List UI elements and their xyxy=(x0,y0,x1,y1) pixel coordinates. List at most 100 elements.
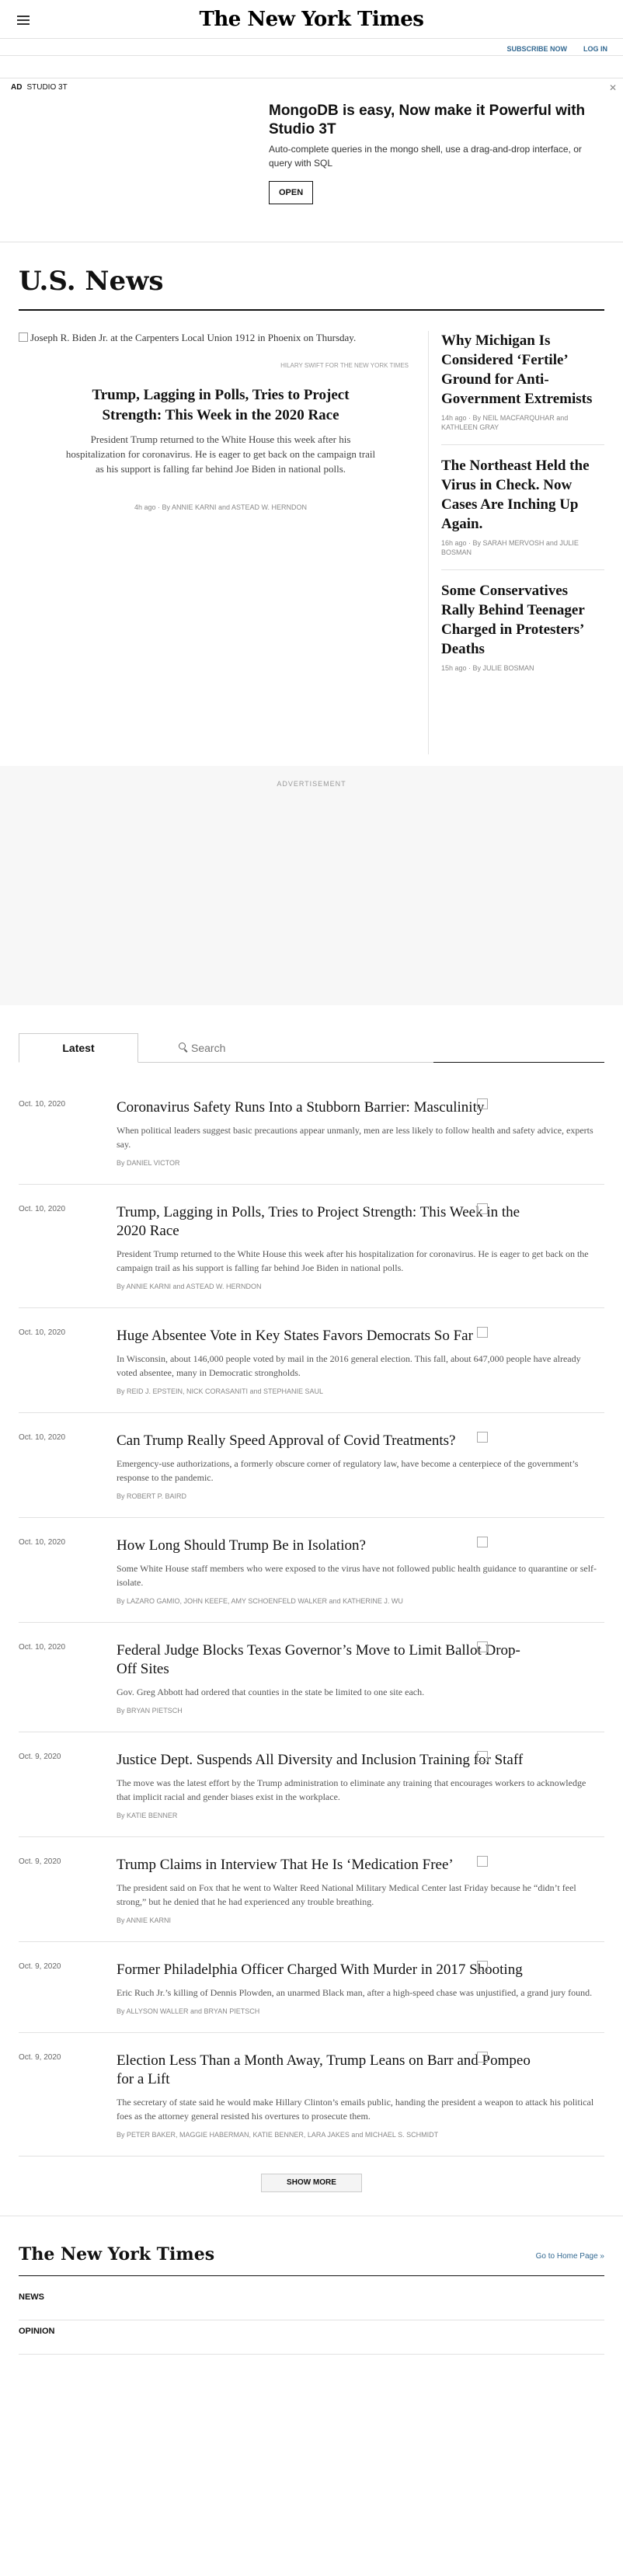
side-story[interactable]: Some Conservatives Rally Behind Teenager… xyxy=(441,581,604,685)
side-story[interactable]: Why Michigan Is Considered ‘Fertile’ Gro… xyxy=(441,331,604,445)
story-date: Oct. 10, 2020 xyxy=(19,1205,66,1213)
story-byline: By KATIE BENNER xyxy=(117,1812,178,1819)
search-box[interactable] xyxy=(138,1033,433,1063)
story-content: Coronavirus Safety Runs Into a Stubborn … xyxy=(117,1098,598,1167)
story-list: Oct. 10, 2020 Coronavirus Safety Runs Int… xyxy=(19,1080,604,2157)
story-date: Oct. 10, 2020 xyxy=(19,1100,66,1109)
story-item[interactable]: Oct. 9, 2020 Justice Dept. Suspends All D… xyxy=(19,1732,604,1837)
search-icon xyxy=(179,1043,188,1053)
story-byline: By ALLYSON WALLER and BRYAN PIETSCH xyxy=(117,2007,260,2015)
story-byline: By ANNIE KARNI and ASTEAD W. HERNDON xyxy=(117,1283,262,1290)
story-item[interactable]: Oct. 10, 2020 How Long Should Trump Be in… xyxy=(19,1518,604,1623)
ad-body: Auto-complete queries in the mongo shell… xyxy=(269,144,582,169)
image-credit: Hilary Swift for The New York Times xyxy=(280,362,409,369)
lead-byline: 4h ago · By ANNIE KARNI and ASTEAD W. HE… xyxy=(134,503,308,511)
ad-close-icon[interactable]: ✕ xyxy=(609,82,617,93)
nyt-logo[interactable]: The New York Times xyxy=(0,8,623,31)
story-summary: Eric Ruch Jr.’s killing of Dennis Plowde… xyxy=(117,1987,593,1998)
story-headline[interactable]: How Long Should Trump Be in Isolation? xyxy=(117,1537,598,1555)
story-byline: By REID J. EPSTEIN, NICK CORASANITI and … xyxy=(117,1387,324,1395)
ad-open-button[interactable]: OPEN xyxy=(269,181,314,204)
story-thumbnail[interactable] xyxy=(477,1961,488,1972)
story-date: Oct. 10, 2020 xyxy=(19,1538,66,1547)
story-thumbnail[interactable] xyxy=(477,1098,488,1109)
story-content: Justice Dept. Suspends All Diversity and… xyxy=(117,1751,598,1819)
section-title: U.S. News xyxy=(19,266,604,311)
story-item[interactable]: Oct. 10, 2020 Coronavirus Safety Runs Int… xyxy=(19,1080,604,1185)
story-content: Can Trump Really Speed Approval of Covid… xyxy=(117,1432,598,1500)
side-story-byline: 14h ago · By NEIL MACFARQUHAR and KATHLE… xyxy=(441,414,569,431)
story-headline[interactable]: Federal Judge Blocks Texas Governor’s Mo… xyxy=(117,1641,598,1679)
story-summary: The secretary of state said he would mak… xyxy=(117,2097,594,2122)
story-summary: Some White House staff members who were … xyxy=(117,1563,597,1588)
story-byline: By ANNIE KARNI xyxy=(117,1916,172,1924)
footer-logo[interactable]: The New York Times xyxy=(19,2244,214,2264)
latest-tabs: Latest xyxy=(19,1033,604,1063)
story-item[interactable]: Oct. 10, 2020 Federal Judge Blocks Texas … xyxy=(19,1623,604,1732)
story-item[interactable]: Oct. 9, 2020 Election Less Than a Month A… xyxy=(19,2033,604,2157)
ad-title[interactable]: MongoDB is easy, Now make it Powerful wi… xyxy=(269,102,595,139)
top-ad[interactable]: AD STUDIO 3T ✕ MongoDB is easy, Now make … xyxy=(0,78,623,242)
story-headline[interactable]: Former Philadelphia Officer Charged With… xyxy=(117,1961,598,1979)
story-summary: In Wisconsin, about 146,000 people voted… xyxy=(117,1353,581,1378)
story-headline[interactable]: Can Trump Really Speed Approval of Covid… xyxy=(117,1432,598,1450)
side-story-headline[interactable]: The Northeast Held the Virus in Check. N… xyxy=(441,456,604,534)
story-item[interactable]: Oct. 9, 2020 Former Philadelphia Officer … xyxy=(19,1942,604,2033)
story-headline[interactable]: Justice Dept. Suspends All Diversity and… xyxy=(117,1751,598,1770)
search-input[interactable] xyxy=(191,1039,409,1057)
story-date: Oct. 9, 2020 xyxy=(19,1857,61,1866)
story-summary: Gov. Greg Abbott had ordered that counti… xyxy=(117,1687,425,1697)
lead-package: Joseph R. Biden Jr. at the Carpenters Lo… xyxy=(19,331,604,766)
story-item[interactable]: Oct. 10, 2020 Trump, Lagging in Polls, Tr… xyxy=(19,1185,604,1308)
story-headline[interactable]: Trump, Lagging in Polls, Tries to Projec… xyxy=(117,1203,598,1241)
side-story-byline: 16h ago · By SARAH MERVOSH and JULIE BOS… xyxy=(441,539,579,556)
story-headline[interactable]: Huge Absentee Vote in Key States Favors … xyxy=(117,1327,598,1345)
side-story-headline[interactable]: Why Michigan Is Considered ‘Fertile’ Gro… xyxy=(441,331,604,409)
side-story[interactable]: The Northeast Held the Virus in Check. N… xyxy=(441,456,604,570)
side-story-headline[interactable]: Some Conservatives Rally Behind Teenager… xyxy=(441,581,604,659)
story-content: Trump, Lagging in Polls, Tries to Projec… xyxy=(117,1203,598,1290)
story-thumbnail[interactable] xyxy=(477,2052,488,2063)
story-thumbnail[interactable] xyxy=(477,1537,488,1547)
story-byline: By DANIEL VICTOR xyxy=(117,1159,180,1167)
story-thumbnail[interactable] xyxy=(477,1751,488,1762)
column-divider xyxy=(428,331,429,754)
story-headline[interactable]: Election Less Than a Month Away, Trump L… xyxy=(117,2052,598,2089)
side-stories: Why Michigan Is Considered ‘Fertile’ Gro… xyxy=(441,331,604,696)
advertisement-label: ADVERTISEMENT xyxy=(277,780,346,788)
story-item[interactable]: Oct. 10, 2020 Can Trump Really Speed Appr… xyxy=(19,1413,604,1518)
subscribe-link[interactable]: SUBSCRIBE NOW xyxy=(506,45,567,53)
lead-headline[interactable]: Trump, Lagging in Polls, Tries to Projec… xyxy=(65,385,376,426)
home-page-link[interactable]: Go to Home Page » xyxy=(536,2252,604,2261)
story-thumbnail[interactable] xyxy=(477,1327,488,1338)
story-content: How Long Should Trump Be in Isolation? So… xyxy=(117,1537,598,1605)
story-summary: President Trump returned to the White Ho… xyxy=(117,1248,589,1273)
story-date: Oct. 10, 2020 xyxy=(19,1433,66,1442)
story-date: Oct. 10, 2020 xyxy=(19,1643,66,1652)
story-thumbnail[interactable] xyxy=(477,1641,488,1652)
story-thumbnail[interactable] xyxy=(477,1432,488,1443)
ad-label: AD STUDIO 3T xyxy=(11,83,68,92)
tab-latest[interactable]: Latest xyxy=(19,1033,138,1063)
footer-divider xyxy=(19,2275,604,2276)
story-date: Oct. 9, 2020 xyxy=(19,1962,61,1971)
footer-nav-opinion[interactable]: OPINION xyxy=(19,2320,604,2355)
ad-advertiser: STUDIO 3T xyxy=(26,83,68,92)
story-summary: When political leaders suggest basic pre… xyxy=(117,1125,593,1150)
story-item[interactable]: Oct. 9, 2020 Trump Claims in Interview Th… xyxy=(19,1837,604,1942)
story-thumbnail[interactable] xyxy=(477,1203,488,1214)
story-item[interactable]: Oct. 10, 2020 Huge Absentee Vote in Key S… xyxy=(19,1308,604,1413)
login-link[interactable]: LOG IN xyxy=(583,45,607,53)
show-more-button[interactable]: SHOW MORE xyxy=(261,2174,362,2192)
story-thumbnail[interactable] xyxy=(477,1856,488,1867)
story-date: Oct. 9, 2020 xyxy=(19,2053,61,2062)
lead-image[interactable]: Joseph R. Biden Jr. at the Carpenters Lo… xyxy=(19,331,419,357)
story-headline[interactable]: Coronavirus Safety Runs Into a Stubborn … xyxy=(117,1098,598,1117)
broken-image-icon xyxy=(19,332,28,342)
story-content: Huge Absentee Vote in Key States Favors … xyxy=(117,1327,598,1395)
story-headline[interactable]: Trump Claims in Interview That He Is ‘Me… xyxy=(117,1856,598,1875)
side-story-byline: 15h ago · By JULIE BOSMAN xyxy=(441,664,534,672)
story-content: Former Philadelphia Officer Charged With… xyxy=(117,1961,598,2015)
story-summary: Emergency-use authorizations, a formerly… xyxy=(117,1458,579,1483)
footer-nav-news[interactable]: NEWS xyxy=(19,2286,604,2320)
